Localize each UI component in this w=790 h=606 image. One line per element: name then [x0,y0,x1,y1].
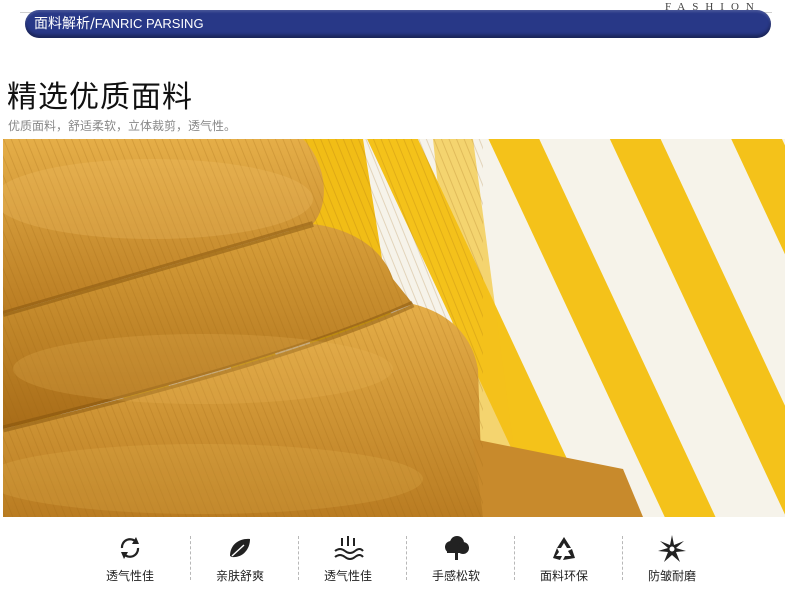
feature-item: 手感松软 [406,530,506,588]
feature-item: 面料环保 [514,530,614,588]
feature-label: 面料环保 [539,569,588,583]
feature-label: 防皱耐磨 [647,569,696,583]
breathable-arrows-icon [120,537,140,559]
feature-label: 透气性佳 [105,569,154,583]
feature-item: 亲肤舒爽 [190,530,290,588]
fabric-photo-illustration [3,139,785,517]
banner-title-en: FANRIC PARSING [94,16,204,31]
banner-title-cn: 面料解析/ [34,16,95,32]
section-banner: 面料解析/FANRIC PARSING [25,10,771,38]
feature-item: 防皱耐磨 [622,530,722,588]
feature-label: 亲肤舒爽 [215,569,264,583]
fabric-photo [3,139,785,517]
page-subtitle: 优质面料，舒适柔软，立体裁剪，透气性。 [8,119,237,133]
cloud-tree-icon [445,536,469,560]
heat-waves-icon [334,536,364,560]
star-burst-icon [658,535,686,562]
feature-label: 手感松软 [431,569,480,583]
leaf-icon [230,538,250,558]
recycle-icon [553,537,575,560]
feature-item: 透气性佳 [298,530,398,588]
feature-item: 透气性佳 [80,530,180,588]
feature-list: 透气性佳 亲肤舒爽 透气性佳 手感松软 面料环保 防皱耐磨 [80,530,720,590]
feature-label: 透气性佳 [323,569,372,583]
page-title: 精选优质面料 [7,80,193,115]
